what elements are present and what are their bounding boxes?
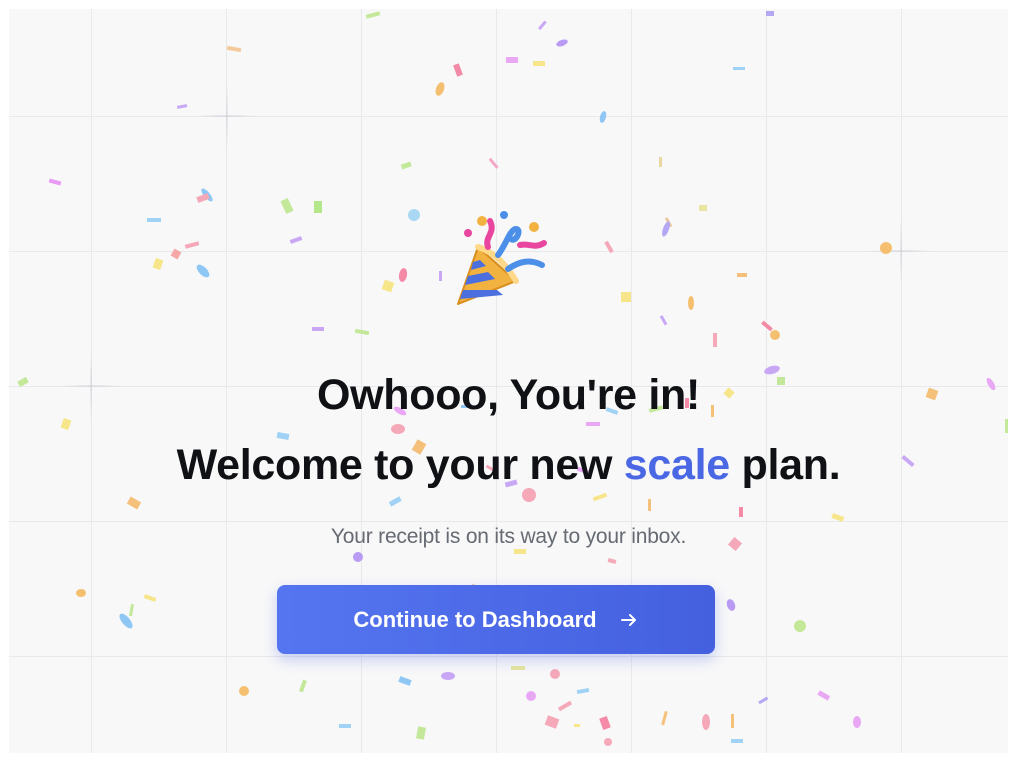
continue-to-dashboard-button[interactable]: Continue to Dashboard bbox=[277, 585, 715, 654]
welcome-heading-prefix: Welcome to your new bbox=[176, 441, 624, 489]
welcome-heading-suffix: plan. bbox=[729, 441, 841, 489]
continue-to-dashboard-label: Continue to Dashboard bbox=[353, 606, 597, 632]
success-screen: Owhooo, You're in! Welcome to your new s… bbox=[9, 9, 1008, 753]
plan-name: scale bbox=[623, 441, 730, 489]
sparkle-decoration bbox=[192, 81, 262, 151]
receipt-message: Your receipt is on its way to your inbox… bbox=[330, 525, 687, 548]
page-title-text: Owhooo, You're in! bbox=[316, 371, 701, 419]
welcome-heading: Welcome to your new scale plan. bbox=[9, 439, 1008, 491]
arrow-right-icon bbox=[620, 613, 636, 626]
page-title: Owhooo, You're in! bbox=[9, 369, 1008, 421]
sparkle-decoration bbox=[866, 216, 936, 286]
party-popper-icon bbox=[457, 211, 547, 305]
